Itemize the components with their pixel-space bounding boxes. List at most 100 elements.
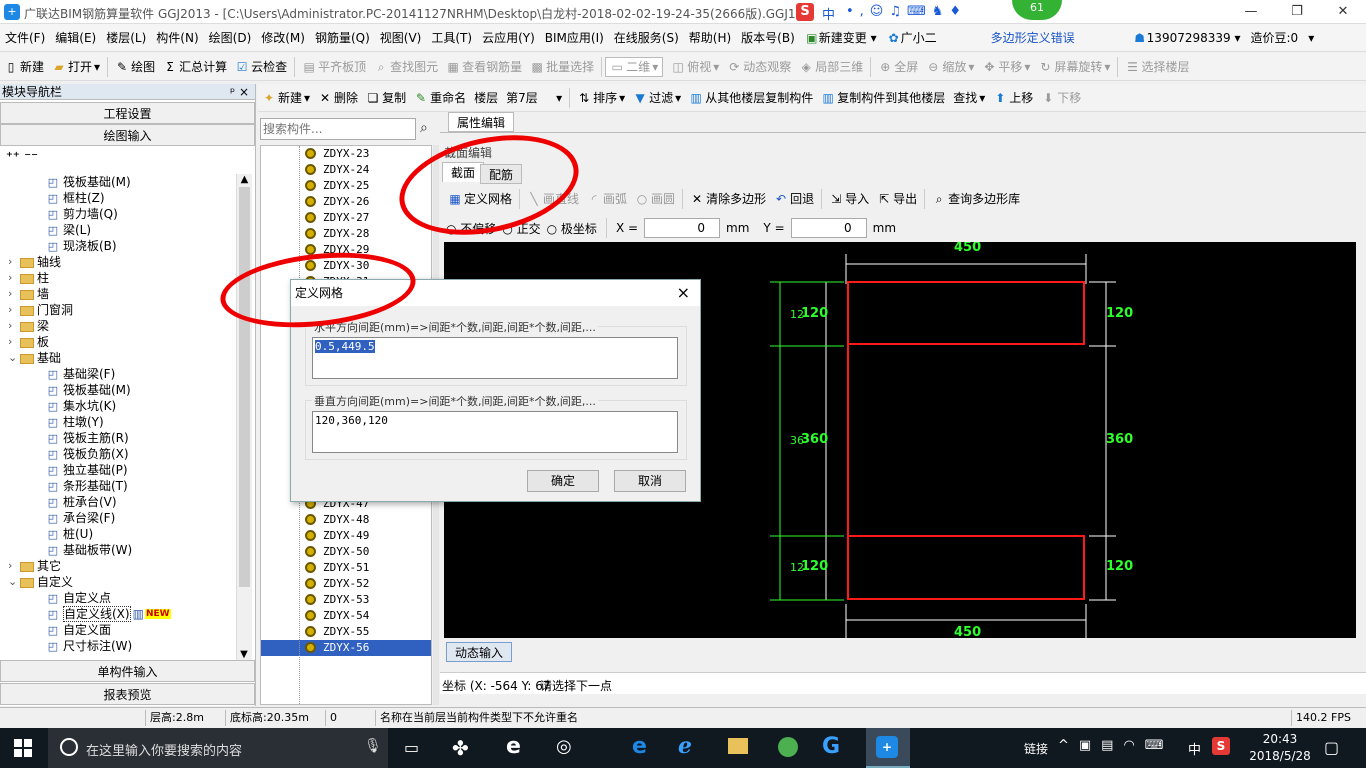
windows-start-icon[interactable] xyxy=(14,739,32,757)
tree-item[interactable]: ◰ 剪力墙(Q) xyxy=(0,206,238,222)
move-up-button[interactable]: ⬆ 上移 xyxy=(989,85,1037,111)
tree-item[interactable]: ◰ 桩(U) xyxy=(0,526,238,542)
tree-item[interactable]: ◰ 自定义线(X) ▥ NEW xyxy=(0,606,238,622)
tree-item[interactable]: ◰ 筏板主筋(R) xyxy=(0,430,238,446)
tree-item[interactable]: ◰ 筏板基础(M) xyxy=(0,174,238,190)
tree-folder[interactable]: › 轴线 xyxy=(0,254,238,270)
sogou-ime-icon[interactable]: S xyxy=(796,3,814,21)
x-input[interactable]: 0 xyxy=(644,218,721,238)
ime-mode[interactable]: 中 xyxy=(822,4,835,23)
ggj-taskbar-app[interactable]: + xyxy=(866,728,910,768)
tray-icons[interactable]: ^▣▤◠⌨ xyxy=(1058,738,1174,753)
query-polygon-lib-button[interactable]: ⌕ 查询多边形库 xyxy=(928,186,1024,212)
tree-item[interactable]: ◰ 自定义面 xyxy=(0,622,238,638)
vertical-spacing-input[interactable]: 120,360,120 xyxy=(312,411,678,453)
clear-polygon-button[interactable]: ✕ 清除多边形 xyxy=(686,186,770,212)
tree-item[interactable]: ◰ 基础板带(W) xyxy=(0,542,238,558)
filter-button[interactable]: ▼ 过滤 ▾ xyxy=(629,85,685,111)
taskbar-search[interactable]: 在这里输入你要搜索的内容 🎙 xyxy=(48,728,388,768)
tree-item[interactable]: ◰ 承台梁(F) xyxy=(0,510,238,526)
list-item[interactable]: ZDYX-28 xyxy=(261,226,431,242)
tree-item[interactable]: ◰ 自定义点 xyxy=(0,590,238,606)
list-item[interactable]: ZDYX-24 xyxy=(261,162,431,178)
find-element-button[interactable]: ⌕ 查找图元 xyxy=(370,54,442,80)
single-component-button[interactable]: 单构件输入 xyxy=(0,660,255,682)
menu-bim[interactable]: BIM应用(I) xyxy=(540,24,609,52)
zoom-button[interactable]: ⊖ 缩放 ▾ xyxy=(922,54,978,80)
tree-item[interactable]: ◰ 现浇板(B) xyxy=(0,238,238,254)
tray-time[interactable]: 20:43 xyxy=(1250,732,1310,746)
menu-new-change[interactable]: ▣新建变更 ▾ xyxy=(800,24,882,52)
tree-expand-icon[interactable]: › xyxy=(8,302,12,318)
view-mode-select[interactable]: ▭ 二维 ▾ xyxy=(605,56,664,77)
pin-close-icon[interactable]: ᵖ × xyxy=(230,84,255,100)
glodon-g-icon[interactable]: G xyxy=(822,734,840,759)
tree-item[interactable]: ◰ 条形基础(T) xyxy=(0,478,238,494)
import-button[interactable]: ⇲ 导入 xyxy=(825,186,873,212)
delete-button[interactable]: ✕ 删除 xyxy=(314,85,362,111)
menu-guangxiaoer[interactable]: ✿ 广小二 xyxy=(882,24,942,52)
tree-folder[interactable]: ⌄ 基础 xyxy=(0,350,238,366)
copy-button[interactable]: ❏ 复制 xyxy=(362,85,410,111)
local-3d-button[interactable]: ◈ 局部三维 xyxy=(795,54,867,80)
draw-circle-button[interactable]: ○ 画圆 xyxy=(631,186,679,212)
list-item[interactable]: ZDYX-48 xyxy=(261,512,431,528)
tree-expand-icon[interactable]: › xyxy=(8,286,12,302)
undo-button[interactable]: ↶ 回退 xyxy=(770,186,818,212)
scroll-up-icon[interactable]: ▲ xyxy=(237,174,252,185)
ie-blue-icon[interactable]: ℯ xyxy=(678,734,692,759)
tree-folder[interactable]: › 梁 xyxy=(0,318,238,334)
tree-expand-icon[interactable]: › xyxy=(8,334,12,350)
tab-property-edit[interactable]: 属性编辑 xyxy=(448,112,515,132)
draw-input-button[interactable]: 绘图输入 xyxy=(0,124,255,146)
tree-item[interactable]: ◰ 尺寸标注(W) xyxy=(0,638,238,654)
menu-rebar[interactable]: 钢筋量(Q) xyxy=(310,24,375,52)
y-input[interactable]: 0 xyxy=(790,218,867,238)
tree-folder[interactable]: › 柱 xyxy=(0,270,238,286)
dynamic-view-button[interactable]: ⟳ 动态观察 xyxy=(723,54,795,80)
menu-file[interactable]: 文件(F) xyxy=(0,24,50,52)
scroll-thumb[interactable] xyxy=(239,187,250,587)
list-item[interactable]: ZDYX-55 xyxy=(261,624,431,640)
list-item[interactable]: ZDYX-53 xyxy=(261,592,431,608)
tray-date[interactable]: 2018/5/28 xyxy=(1246,749,1314,763)
tree-folder[interactable]: ⌄ 自定义 xyxy=(0,574,238,590)
tree-expand-icon[interactable]: ⌄ xyxy=(8,350,17,366)
floor-select[interactable]: 第7层 ▾ xyxy=(502,85,566,111)
list-item[interactable]: ZDYX-49 xyxy=(261,528,431,544)
green-app-icon[interactable] xyxy=(778,737,798,757)
menu-cloud[interactable]: 云应用(Y) xyxy=(477,24,540,52)
tree-expand-icon[interactable]: › xyxy=(8,318,12,334)
list-item[interactable]: ZDYX-52 xyxy=(261,576,431,592)
sort-button[interactable]: ⇅ 排序 ▾ xyxy=(573,85,629,111)
export-button[interactable]: ⇱ 导出 xyxy=(873,186,921,212)
tree-item[interactable]: ◰ 梁(L) xyxy=(0,222,238,238)
report-preview-button[interactable]: 报表预览 xyxy=(0,683,255,705)
close-icon[interactable]: ✕ xyxy=(1320,0,1366,24)
cost-beans-arrow[interactable]: ▾ xyxy=(1303,24,1319,52)
scroll-down-icon[interactable]: ▼ xyxy=(237,649,251,660)
fan-app-icon[interactable]: ✤ xyxy=(452,736,469,760)
search-icon[interactable]: ⌕ xyxy=(420,120,428,136)
ime-tools-icon[interactable]: •,☺♫⌨♞♦ xyxy=(846,4,967,19)
task-view-icon[interactable]: ▭ xyxy=(404,738,419,757)
tree-item[interactable]: ◰ 框柱(Z) xyxy=(0,190,238,206)
tree-item[interactable]: ◰ 独立基础(P) xyxy=(0,462,238,478)
tray-lang[interactable]: 中 xyxy=(1188,739,1201,758)
new-component-button[interactable]: ✦ 新建 ▾ xyxy=(258,85,314,111)
batch-select-button[interactable]: ▩ 批量选择 xyxy=(526,54,598,80)
tree-expand-icon[interactable]: › xyxy=(8,558,12,574)
cancel-button[interactable]: 取消 xyxy=(614,470,686,492)
list-item[interactable]: ZDYX-50 xyxy=(261,544,431,560)
menu-component[interactable]: 构件(N) xyxy=(151,24,203,52)
view-rebar-button[interactable]: ▦ 查看钢筋量 xyxy=(442,54,526,80)
select-floor-button[interactable]: ☰ 选择楼层 xyxy=(1121,54,1193,80)
search-box[interactable] xyxy=(260,118,416,140)
tree-folder[interactable]: › 其它 xyxy=(0,558,238,574)
copy-from-floor-button[interactable]: ▥ 从其他楼层复制构件 xyxy=(685,85,817,111)
tray-sogou-icon[interactable]: S xyxy=(1212,737,1230,755)
tray-link-label[interactable]: 链接 xyxy=(1024,740,1048,757)
top-view-button[interactable]: ◫ 俯视 ▾ xyxy=(667,54,723,80)
user-account[interactable]: ☗ 13907298339 ▾ xyxy=(1128,24,1246,52)
list-item[interactable]: ZDYX-54 xyxy=(261,608,431,624)
